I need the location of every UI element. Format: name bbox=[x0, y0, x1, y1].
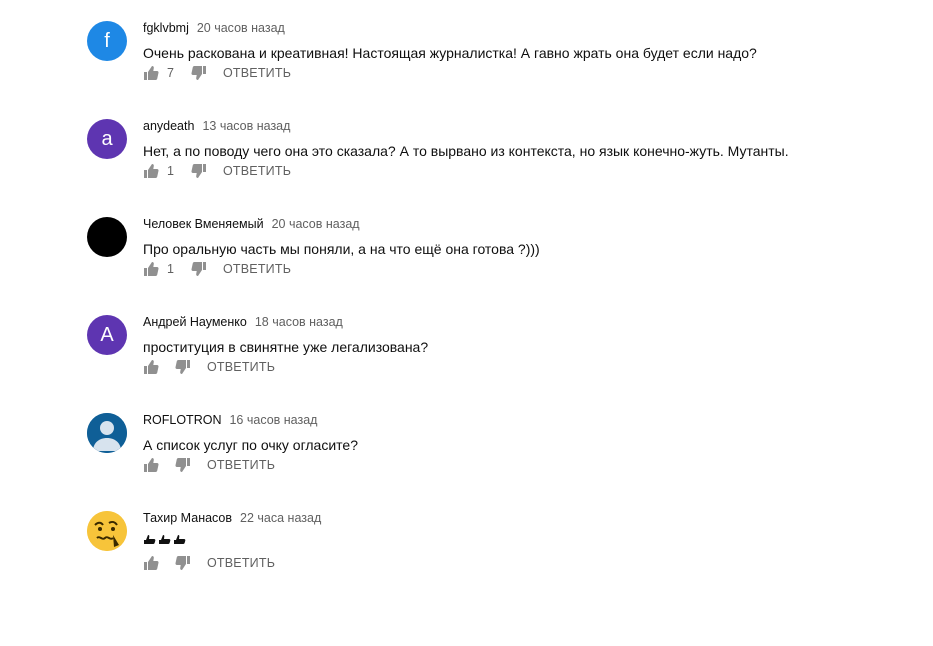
comment-actions: ОТВЕТИТЬ bbox=[143, 455, 275, 475]
thumb-down-icon[interactable] bbox=[191, 163, 207, 179]
comment-time[interactable]: 20 часов назад bbox=[272, 217, 360, 231]
comment-emoji-text bbox=[143, 533, 186, 545]
pointing-hand-icon bbox=[174, 535, 186, 544]
comment-actions: 1 ОТВЕТИТЬ bbox=[143, 161, 291, 181]
comment-header: Тахир Манасов 22 часа назад bbox=[143, 509, 907, 527]
comment-header: fgklvbmj 20 часов назад bbox=[143, 19, 907, 37]
comment-header: Человек Вменяемый 20 часов назад bbox=[143, 215, 907, 233]
comment-time[interactable]: 18 часов назад bbox=[255, 315, 343, 329]
comment: f fgklvbmj 20 часов назад Очень раскован… bbox=[87, 19, 907, 109]
pointing-hand-icon bbox=[144, 535, 156, 544]
thumb-up-icon[interactable] bbox=[143, 65, 159, 81]
comment-body: anydeath 13 часов назад Нет, а по поводу… bbox=[143, 117, 907, 161]
comment-text: Очень раскована и креативная! Настоящая … bbox=[143, 45, 757, 61]
comment-text: проституция в свинятне уже легализована? bbox=[143, 339, 429, 355]
avatar[interactable]: А bbox=[87, 315, 127, 355]
emoji-face-icon bbox=[87, 511, 127, 551]
comment-body: Тахир Манасов 22 часа назад bbox=[143, 509, 907, 550]
comment-actions: 7 ОТВЕТИТЬ bbox=[143, 63, 291, 83]
reply-button[interactable]: ОТВЕТИТЬ bbox=[207, 360, 275, 374]
comment-text: А список услуг по очку огласите? bbox=[143, 437, 358, 453]
comment-text: Про оральную часть мы поняли, а на что е… bbox=[143, 241, 540, 257]
comment-author[interactable]: Андрей Науменко bbox=[143, 315, 247, 329]
comment: a anydeath 13 часов назад Нет, а по пово… bbox=[87, 117, 907, 207]
avatar-letter: f bbox=[104, 29, 110, 52]
comment: Человек Вменяемый 20 часов назад Про ора… bbox=[87, 215, 907, 305]
pointing-hand-icon bbox=[159, 535, 171, 544]
thumb-down-icon[interactable] bbox=[191, 65, 207, 81]
comment: ROFLOTRON 16 часов назад А список услуг … bbox=[87, 411, 907, 501]
comment-actions: 1 ОТВЕТИТЬ bbox=[143, 259, 291, 279]
thumb-down-icon[interactable] bbox=[175, 359, 191, 375]
avatar-letter: a bbox=[101, 127, 113, 150]
thumb-down-icon[interactable] bbox=[175, 555, 191, 571]
reply-button[interactable]: ОТВЕТИТЬ bbox=[207, 556, 275, 570]
comment-time[interactable]: 20 часов назад bbox=[197, 21, 285, 35]
comment-body: Человек Вменяемый 20 часов назад Про ора… bbox=[143, 215, 907, 259]
comment-body: ROFLOTRON 16 часов назад А список услуг … bbox=[143, 411, 907, 455]
thumb-up-icon[interactable] bbox=[143, 163, 159, 179]
comment-header: ROFLOTRON 16 часов назад bbox=[143, 411, 907, 429]
comment-time[interactable]: 16 часов назад bbox=[229, 413, 317, 427]
comment-body: fgklvbmj 20 часов назад Очень раскована … bbox=[143, 19, 907, 63]
reply-button[interactable]: ОТВЕТИТЬ bbox=[207, 458, 275, 472]
reply-button[interactable]: ОТВЕТИТЬ bbox=[223, 164, 291, 178]
like-count: 1 bbox=[167, 262, 174, 276]
avatar[interactable]: a bbox=[87, 119, 127, 159]
like-count: 7 bbox=[167, 66, 174, 80]
avatar-letter: А bbox=[100, 323, 114, 346]
thumb-up-icon[interactable] bbox=[143, 359, 159, 375]
comment: А Андрей Науменко 18 часов назад простит… bbox=[87, 313, 907, 403]
comment-author[interactable]: fgklvbmj bbox=[143, 21, 189, 35]
comment-time[interactable]: 13 часов назад bbox=[202, 119, 290, 133]
comment-author[interactable]: ROFLOTRON bbox=[143, 413, 221, 427]
avatar[interactable] bbox=[87, 217, 127, 257]
avatar[interactable]: f bbox=[87, 21, 127, 61]
comment-author[interactable]: Тахир Манасов bbox=[143, 511, 232, 525]
reply-button[interactable]: ОТВЕТИТЬ bbox=[223, 262, 291, 276]
comment-body: Андрей Науменко 18 часов назад проституц… bbox=[143, 313, 907, 357]
comments-list: f fgklvbmj 20 часов назад Очень раскован… bbox=[0, 0, 933, 646]
comment-header: Андрей Науменко 18 часов назад bbox=[143, 313, 907, 331]
comment-header: anydeath 13 часов назад bbox=[143, 117, 907, 135]
thumb-down-icon[interactable] bbox=[175, 457, 191, 473]
thumb-down-icon[interactable] bbox=[191, 261, 207, 277]
comment-actions: ОТВЕТИТЬ bbox=[143, 553, 275, 573]
comment-text: Нет, а по поводу чего она это сказала? А… bbox=[143, 143, 789, 159]
thumb-up-icon[interactable] bbox=[143, 457, 159, 473]
comment: Тахир Манасов 22 часа назад ОТВЕТИТЬ bbox=[87, 509, 907, 599]
comment-actions: ОТВЕТИТЬ bbox=[143, 357, 275, 377]
comment-author[interactable]: anydeath bbox=[143, 119, 194, 133]
comment-author[interactable]: Человек Вменяемый bbox=[143, 217, 264, 231]
thumb-up-icon[interactable] bbox=[143, 261, 159, 277]
comment-time[interactable]: 22 часа назад bbox=[240, 511, 321, 525]
like-count: 1 bbox=[167, 164, 174, 178]
avatar[interactable] bbox=[87, 413, 127, 453]
reply-button[interactable]: ОТВЕТИТЬ bbox=[223, 66, 291, 80]
default-user-icon bbox=[87, 413, 127, 453]
avatar[interactable] bbox=[87, 511, 127, 551]
thumb-up-icon[interactable] bbox=[143, 555, 159, 571]
